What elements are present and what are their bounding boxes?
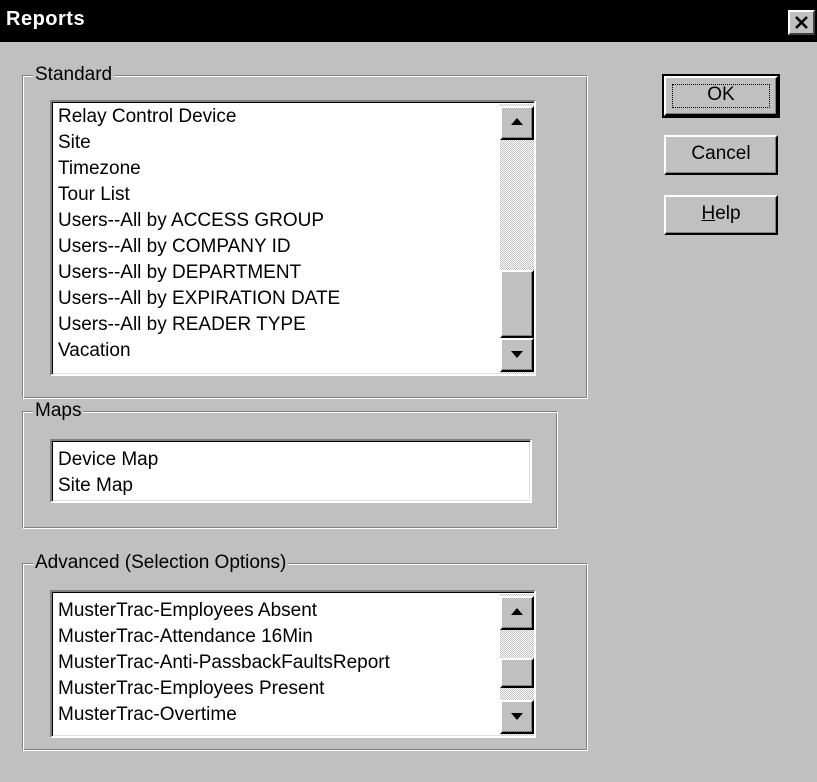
close-button[interactable] bbox=[788, 10, 815, 35]
list-item[interactable]: MusterTrac-Overtime bbox=[58, 702, 390, 728]
advanced-list-items: MusterTrac-Employees Absent MusterTrac-A… bbox=[58, 598, 390, 728]
list-item[interactable]: Vacation bbox=[58, 338, 340, 364]
list-item[interactable]: MusterTrac-Employees Present bbox=[58, 676, 390, 702]
list-item[interactable]: Timezone bbox=[58, 156, 340, 182]
ok-button[interactable]: OK bbox=[662, 74, 780, 118]
help-button-mnemonic: H bbox=[701, 203, 716, 224]
list-item[interactable]: Site Map bbox=[58, 473, 158, 499]
maps-list[interactable]: Device Map Site Map bbox=[50, 439, 532, 503]
list-item[interactable]: Relay Control Device bbox=[58, 104, 340, 130]
standard-report-list[interactable]: Relay Control Device Site Timezone Tour … bbox=[50, 100, 536, 376]
window-title: Reports bbox=[6, 8, 86, 30]
scroll-up-button[interactable] bbox=[500, 596, 534, 630]
list-item[interactable]: Users--All by EXPIRATION DATE bbox=[58, 286, 340, 312]
standard-group-label: Standard bbox=[33, 63, 115, 87]
title-bar: Reports bbox=[0, 0, 817, 42]
standard-list-items: Relay Control Device Site Timezone Tour … bbox=[58, 104, 340, 364]
scroll-thumb[interactable] bbox=[500, 270, 534, 338]
list-item[interactable]: Users--All by COMPANY ID bbox=[58, 234, 340, 260]
list-item[interactable]: Site bbox=[58, 130, 340, 156]
list-item[interactable]: Users--All by READER TYPE bbox=[58, 312, 340, 338]
list-item[interactable]: MusterTrac-Attendance 16Min bbox=[58, 624, 390, 650]
scroll-up-button[interactable] bbox=[500, 106, 534, 140]
scroll-thumb[interactable] bbox=[500, 658, 534, 688]
arrow-up-icon bbox=[511, 608, 523, 615]
list-item[interactable]: MusterTrac-Anti-PassbackFaultsReport bbox=[58, 650, 390, 676]
maps-group-label: Maps bbox=[33, 399, 84, 423]
maps-list-items: Device Map Site Map bbox=[58, 447, 158, 499]
scroll-down-button[interactable] bbox=[500, 700, 534, 734]
arrow-down-icon bbox=[511, 351, 523, 358]
cancel-button-label: Cancel bbox=[691, 143, 751, 164]
standard-scrollbar[interactable] bbox=[500, 104, 534, 374]
advanced-report-list[interactable]: MusterTrac-Employees Absent MusterTrac-A… bbox=[50, 590, 536, 738]
list-item[interactable]: MusterTrac-Employees Absent bbox=[58, 598, 390, 624]
list-item[interactable]: Device Map bbox=[58, 447, 158, 473]
arrow-down-icon bbox=[511, 713, 523, 720]
list-item[interactable]: Users--All by DEPARTMENT bbox=[58, 260, 340, 286]
cancel-button[interactable]: Cancel bbox=[664, 135, 778, 175]
advanced-group-label: Advanced (Selection Options) bbox=[33, 551, 289, 575]
focus-rectangle bbox=[672, 84, 770, 108]
advanced-scrollbar[interactable] bbox=[500, 594, 534, 736]
help-button-label: elp bbox=[715, 203, 741, 224]
arrow-up-icon bbox=[511, 118, 523, 125]
list-item[interactable]: Users--All by ACCESS GROUP bbox=[58, 208, 340, 234]
help-button[interactable]: Help bbox=[664, 195, 778, 235]
scroll-down-button[interactable] bbox=[500, 338, 534, 372]
close-icon bbox=[795, 16, 808, 29]
list-item[interactable]: Tour List bbox=[58, 182, 340, 208]
